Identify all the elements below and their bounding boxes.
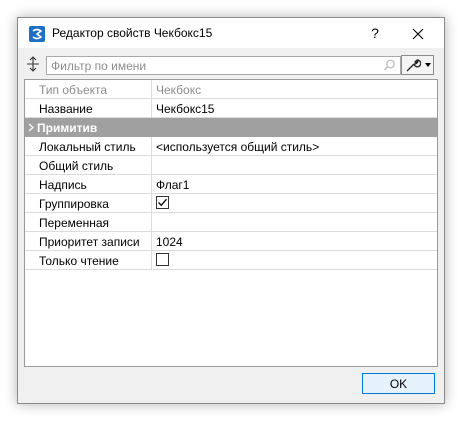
- column-divider: [151, 175, 152, 194]
- column-divider: [151, 80, 152, 99]
- property-row-variable[interactable]: Переменная: [25, 213, 437, 232]
- window-title: Редактор свойств Чекбокс15: [52, 26, 213, 40]
- property-row-caption[interactable]: Надпись Флаг1: [25, 175, 437, 194]
- property-group-primitive[interactable]: Примитив: [25, 118, 437, 137]
- filter-input[interactable]: [47, 57, 371, 74]
- column-divider: [151, 251, 152, 270]
- property-row-read-only[interactable]: Только чтение: [25, 251, 437, 270]
- app-logo-icon: [29, 26, 45, 42]
- property-grid[interactable]: Тип объекта Чекбокс Название Чекбокс15 П…: [24, 79, 438, 367]
- ok-button[interactable]: OK: [362, 373, 435, 394]
- column-divider: [151, 99, 152, 118]
- property-row-write-priority[interactable]: Приоритет записи 1024: [25, 232, 437, 251]
- grouping-checkbox[interactable]: [156, 196, 169, 209]
- property-name: Только чтение: [39, 254, 119, 268]
- check-icon: [158, 198, 167, 207]
- chevron-right-icon[interactable]: [28, 123, 34, 132]
- property-editor-dialog: Редактор свойств Чекбокс15 ? Фильтр по и…: [17, 17, 445, 404]
- help-button[interactable]: ?: [358, 20, 392, 47]
- toolbar: [18, 49, 444, 79]
- property-row-object-type: Тип объекта Чекбокс: [25, 80, 437, 99]
- close-icon: [412, 28, 424, 40]
- read-only-checkbox[interactable]: [156, 253, 169, 266]
- property-name: Надпись: [39, 178, 87, 192]
- property-name: Название: [39, 102, 93, 116]
- wrench-icon: [406, 59, 421, 72]
- close-button[interactable]: [401, 20, 435, 47]
- property-row-name[interactable]: Название Чекбокс15: [25, 99, 437, 118]
- property-row-common-style[interactable]: Общий стиль: [25, 156, 437, 175]
- property-name: Переменная: [39, 216, 109, 230]
- property-name: Группировка: [39, 197, 109, 211]
- property-value: Чекбокс: [156, 83, 202, 97]
- property-value[interactable]: 1024: [156, 235, 183, 249]
- column-divider: [151, 213, 152, 232]
- filter-field[interactable]: [46, 56, 401, 75]
- title-bar[interactable]: Редактор свойств Чекбокс15 ?: [18, 18, 444, 48]
- property-value[interactable]: Флаг1: [156, 178, 189, 192]
- property-name: Локальный стиль: [39, 140, 136, 154]
- column-divider: [151, 156, 152, 175]
- column-divider: [151, 194, 152, 213]
- column-divider: [151, 137, 152, 156]
- property-value[interactable]: Чекбокс15: [156, 102, 214, 116]
- property-row-local-style[interactable]: Локальный стиль <используется общий стил…: [25, 137, 437, 156]
- property-name: Тип объекта: [39, 83, 108, 97]
- column-divider: [151, 232, 152, 251]
- property-row-grouping[interactable]: Группировка: [25, 194, 437, 213]
- property-name: Общий стиль: [39, 159, 114, 173]
- search-icon: [384, 59, 395, 71]
- sort-updown-icon[interactable]: [25, 56, 41, 72]
- group-label: Примитив: [37, 121, 98, 135]
- property-name: Приоритет записи: [39, 235, 140, 249]
- chevron-down-icon: [425, 63, 431, 67]
- settings-menu-button[interactable]: [401, 55, 434, 75]
- property-value[interactable]: <используется общий стиль>: [156, 140, 319, 154]
